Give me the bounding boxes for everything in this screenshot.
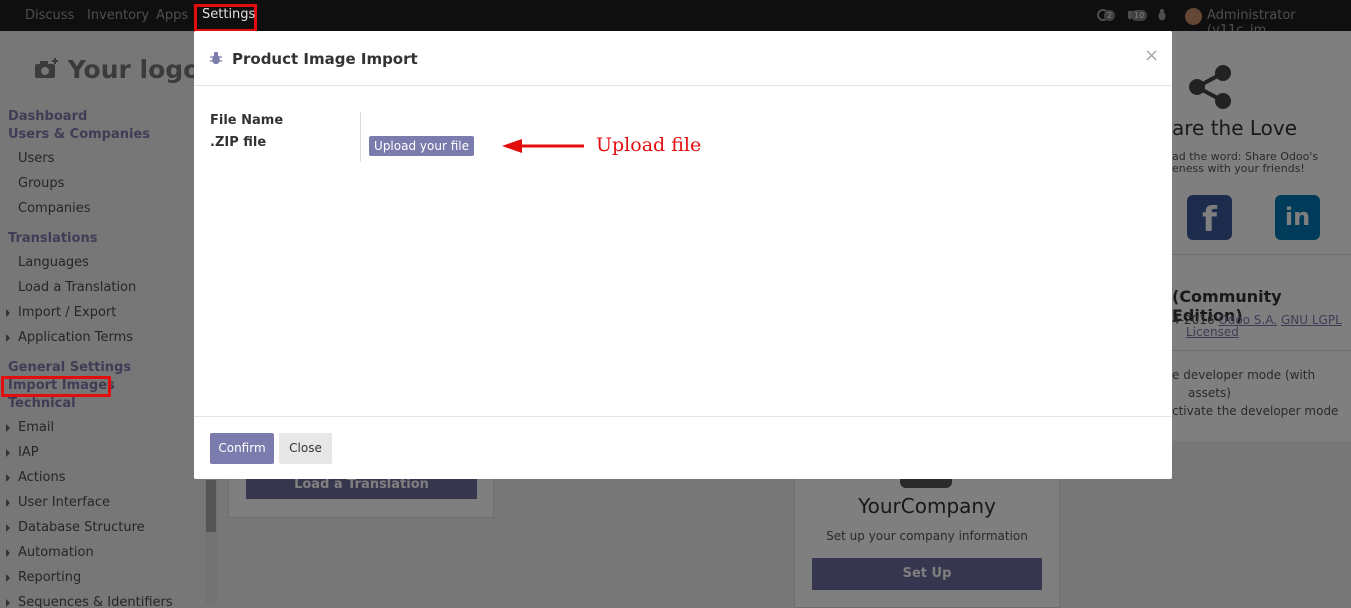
modal-header: Product Image Import ×: [194, 31, 1172, 86]
upload-file-button[interactable]: Upload your file: [369, 136, 474, 156]
product-image-import-dialog: Product Image Import × File Name .ZIP fi…: [194, 31, 1172, 479]
nav-settings-highlighted[interactable]: Settings: [202, 7, 255, 22]
highlight-import-images: [1, 376, 111, 397]
modal-footer: Confirm Close: [194, 416, 1172, 479]
annotation-text: Upload file: [596, 134, 702, 156]
arrow-left-icon: [502, 139, 584, 153]
close-button[interactable]: Close: [279, 433, 332, 464]
zip-file-label: .ZIP file: [210, 135, 267, 150]
modal-title: Product Image Import: [232, 50, 418, 68]
bug-icon: [210, 51, 222, 65]
confirm-button[interactable]: Confirm: [210, 433, 274, 464]
field-separator: [360, 112, 361, 162]
file-name-label: File Name: [210, 113, 284, 128]
close-icon[interactable]: ×: [1144, 45, 1159, 66]
